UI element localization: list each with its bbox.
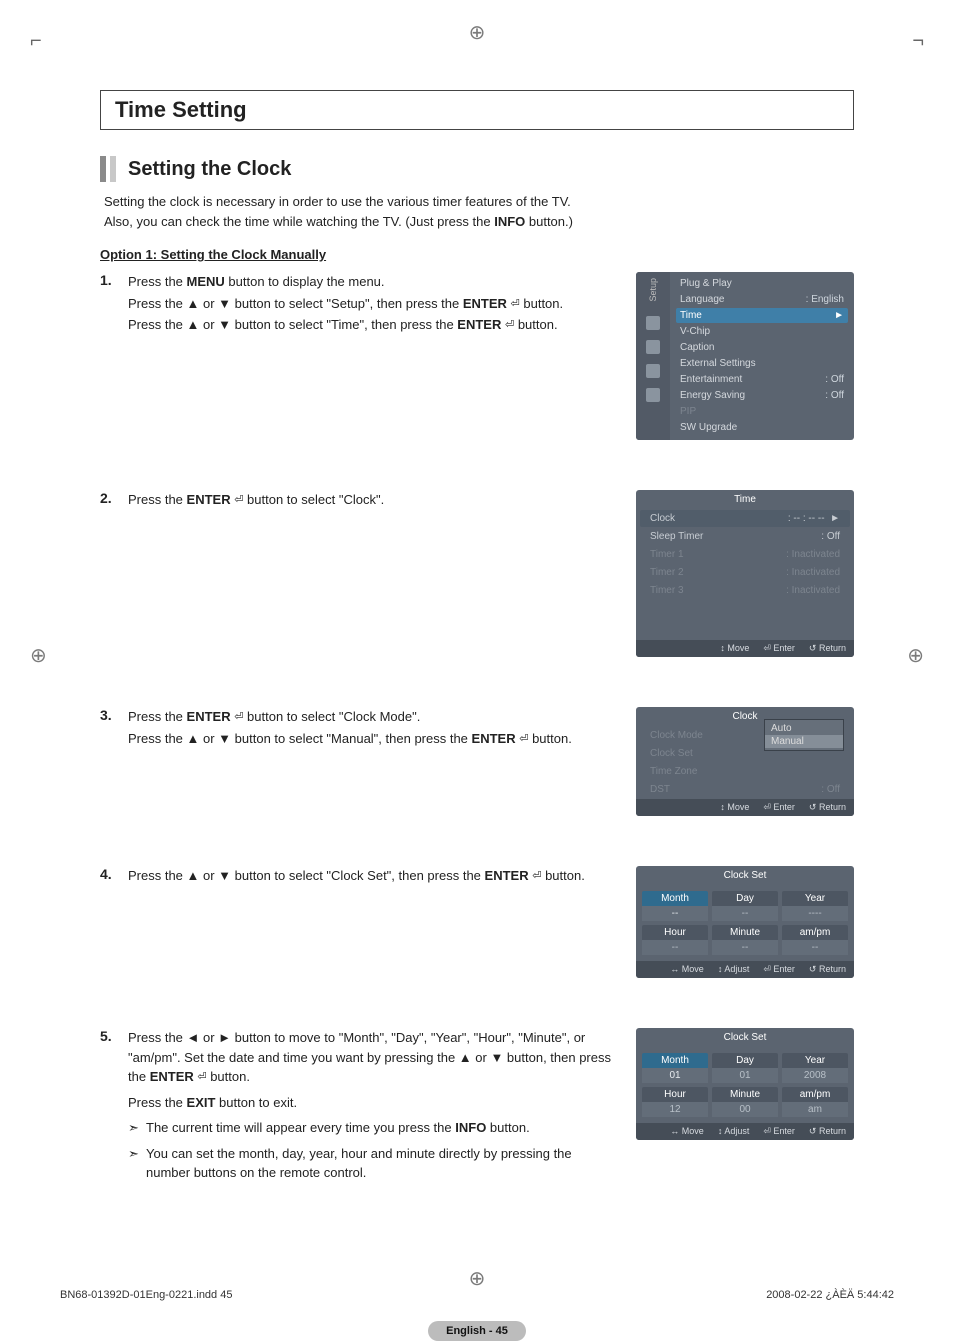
tip-icon: ➣: [128, 1118, 146, 1138]
menu-item-disabled: Time Zone: [640, 763, 850, 780]
osd-time-menu: Time Clock: -- : -- -- ► Sleep Timer: Of…: [636, 490, 854, 657]
menu-item[interactable]: V-Chip: [676, 324, 848, 339]
option-auto[interactable]: Auto: [765, 722, 843, 735]
osd-footer: ↕ Move ⏎ Enter ↺ Return: [636, 799, 854, 816]
option-manual[interactable]: Manual: [765, 735, 843, 748]
step-number: 4.: [100, 866, 128, 886]
menu-item[interactable]: Plug & Play: [676, 276, 848, 291]
field-minute[interactable]: Minute: [712, 1087, 778, 1102]
osd-footer: ↕ Move ⏎ Enter ↺ Return: [636, 640, 854, 657]
menu-item-disabled: PIP: [676, 404, 848, 419]
field-ampm[interactable]: am/pm: [782, 1087, 848, 1102]
option-heading: Option 1: Setting the Clock Manually: [100, 247, 854, 262]
step-body: Press the ◄ or ► button to move to "Mont…: [128, 1028, 616, 1183]
field-ampm[interactable]: am/pm: [782, 925, 848, 940]
osd-footer: ↔ Move ↕ Adjust ⏎ Enter ↺ Return: [636, 1123, 854, 1140]
section-accent: [110, 156, 116, 182]
field-hour[interactable]: Hour: [642, 1087, 708, 1102]
field-day[interactable]: Day: [712, 891, 778, 906]
menu-item[interactable]: Energy Saving: Off: [676, 388, 848, 403]
osd-title: Time: [636, 490, 854, 509]
step-number: 1.: [100, 272, 128, 337]
menu-item[interactable]: External Settings: [676, 356, 848, 371]
osd-footer: ↔ Move ↕ Adjust ⏎ Enter ↺ Return: [636, 961, 854, 978]
enter-icon: ⏎: [505, 319, 514, 331]
field-year[interactable]: Year: [782, 891, 848, 906]
sidebar-icon: [646, 388, 660, 402]
menu-item-disabled: Timer 2: Inactivated: [640, 564, 850, 581]
osd-clockset-filled: Clock Set Month01 Day01 Year2008 Hour12 …: [636, 1028, 854, 1140]
step-body: Press the ENTER ⏎ button to select "Cloc…: [128, 707, 616, 750]
menu-item-selected[interactable]: Time►: [676, 308, 848, 323]
field-minute[interactable]: Minute: [712, 925, 778, 940]
sidebar-icon: [646, 316, 660, 330]
intro-text: Also, you can check the time while watch…: [104, 212, 854, 232]
sidebar-label: Setup: [648, 278, 658, 302]
menu-item-disabled: Timer 1: Inactivated: [640, 546, 850, 563]
field-year[interactable]: Year: [782, 1053, 848, 1068]
intro-text: Setting the clock is necessary in order …: [104, 192, 854, 212]
menu-item[interactable]: SW Upgrade: [676, 420, 848, 435]
chevron-right-icon: ►: [830, 513, 840, 524]
osd-title: Clock Set: [636, 1028, 854, 1047]
field-hour[interactable]: Hour: [642, 925, 708, 940]
menu-item[interactable]: Sleep Timer: Off: [640, 528, 850, 545]
field-day[interactable]: Day: [712, 1053, 778, 1068]
menu-item-disabled: DST: Off: [640, 781, 850, 798]
enter-icon: ⏎: [532, 870, 541, 882]
menu-item[interactable]: Entertainment: Off: [676, 372, 848, 387]
gear-icon: [646, 340, 660, 354]
enter-icon: ⏎: [197, 1071, 206, 1083]
step-number: 3.: [100, 707, 128, 750]
imprint-timestamp: 2008-02-22 ¿ÀÈÄ 5:44:42: [766, 1289, 894, 1301]
menu-item-selected[interactable]: Clock: -- : -- -- ►: [640, 510, 850, 527]
osd-clockset-blank: Clock Set Month-- Day-- Year---- Hour-- …: [636, 866, 854, 978]
menu-item[interactable]: Language: English: [676, 292, 848, 307]
step-number: 2.: [100, 490, 128, 510]
step-body: Press the ▲ or ▼ button to select "Clock…: [128, 866, 616, 886]
dropdown-options[interactable]: Auto Manual: [764, 719, 844, 751]
crop-mark: ⌐: [30, 30, 42, 53]
field-month[interactable]: Month: [642, 891, 708, 906]
registration-mark-icon: ⊕: [469, 1266, 486, 1291]
tip-icon: ➣: [128, 1144, 146, 1183]
section-accent: [100, 156, 106, 182]
imprint-file: BN68-01392D-01Eng-0221.indd 45: [60, 1289, 232, 1301]
osd-title: Clock Set: [636, 866, 854, 885]
step-body: Press the MENU button to display the men…: [128, 272, 616, 337]
menu-item-disabled: Timer 3: Inactivated: [640, 582, 850, 599]
step-body: Press the ENTER ⏎ button to select "Cloc…: [128, 490, 616, 510]
page-title: Time Setting: [100, 90, 854, 130]
sidebar-icon: [646, 364, 660, 378]
osd-setup-menu: Setup Plug & Play Language: English Time…: [636, 272, 854, 440]
section-title: Setting the Clock: [128, 158, 291, 181]
step-number: 5.: [100, 1028, 128, 1183]
enter-icon: ⏎: [519, 733, 528, 745]
enter-icon: ⏎: [511, 298, 520, 310]
osd-clock-menu: Clock Clock Mode: Clock Set Time Zone DS…: [636, 707, 854, 816]
registration-mark-icon: ⊕: [907, 643, 924, 668]
registration-mark-icon: ⊕: [30, 643, 47, 668]
field-month[interactable]: Month: [642, 1053, 708, 1068]
chevron-right-icon: ►: [834, 310, 844, 321]
registration-mark-icon: ⊕: [469, 20, 486, 45]
page-number-pill: English - 45: [428, 1321, 526, 1341]
crop-mark: ¬: [912, 30, 924, 53]
menu-item[interactable]: Caption: [676, 340, 848, 355]
